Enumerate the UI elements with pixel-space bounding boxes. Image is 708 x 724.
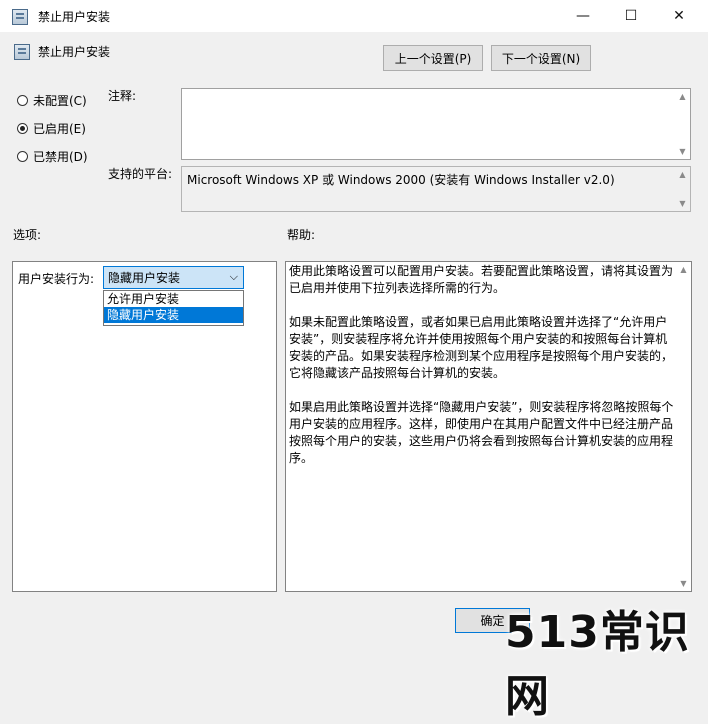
- policy-icon: [12, 9, 28, 25]
- radio-circle-icon: [17, 151, 28, 162]
- dropdown-option-hide[interactable]: 隐藏用户安装: [104, 307, 243, 323]
- install-behavior-select[interactable]: 隐藏用户安装 ⌵: [103, 266, 244, 289]
- radio-circle-icon: [17, 95, 28, 106]
- maximize-button[interactable]: ☐: [608, 0, 654, 32]
- help-content: 使用此策略设置可以配置用户安装。若要配置此策略设置，请将其设置为已启用并使用下拉…: [289, 263, 674, 467]
- scroll-up-icon[interactable]: ▲: [675, 167, 690, 182]
- scroll-up-icon[interactable]: ▲: [675, 89, 690, 104]
- platform-value: Microsoft Windows XP 或 Windows 2000 (安装有…: [187, 173, 615, 187]
- options-header: 选项:: [13, 228, 42, 242]
- dropdown-option-allow[interactable]: 允许用户安装: [104, 291, 243, 307]
- comment-textarea[interactable]: ▲ ▼: [181, 88, 691, 160]
- maximize-icon: ☐: [624, 8, 638, 24]
- minimize-button[interactable]: —: [560, 0, 606, 32]
- comment-label: 注释:: [108, 89, 137, 103]
- scroll-up-icon[interactable]: ▲: [676, 262, 691, 277]
- close-icon: ✕: [673, 8, 685, 24]
- radio-enabled[interactable]: 已启用(E): [17, 120, 86, 137]
- help-paragraph: 如果启用此策略设置并选择“隐藏用户安装”，则安装程序将忽略按照每个用户安装的应用…: [289, 400, 674, 465]
- radio-label: 已启用(E): [33, 122, 86, 136]
- select-value: 隐藏用户安装: [108, 271, 181, 285]
- prev-setting-button[interactable]: 上一个设置(P): [383, 45, 483, 71]
- radio-label: 未配置(C): [33, 94, 87, 108]
- install-behavior-label: 用户安装行为:: [18, 272, 95, 286]
- chevron-down-icon: ⌵: [229, 270, 238, 283]
- platform-field: Microsoft Windows XP 或 Windows 2000 (安装有…: [181, 166, 691, 212]
- comment-value: [182, 89, 690, 95]
- site-watermark: 513常识网: [505, 607, 690, 722]
- radio-not-configured[interactable]: 未配置(C): [17, 92, 87, 109]
- install-behavior-dropdown[interactable]: 允许用户安装 隐藏用户安装: [103, 290, 244, 326]
- platform-label: 支持的平台:: [108, 167, 173, 181]
- help-scrollbar[interactable]: ▲ ▼: [676, 262, 691, 591]
- title-bar[interactable]: 禁止用户安装 — ☐ ✕: [0, 0, 708, 32]
- minimize-icon: —: [576, 8, 590, 24]
- close-button[interactable]: ✕: [656, 0, 702, 32]
- scroll-down-icon[interactable]: ▼: [676, 576, 691, 591]
- radio-disabled[interactable]: 已禁用(D): [17, 148, 88, 165]
- platform-scrollbar[interactable]: ▲ ▼: [675, 167, 690, 211]
- next-setting-button[interactable]: 下一个设置(N): [491, 45, 591, 71]
- scroll-down-icon[interactable]: ▼: [675, 144, 690, 159]
- help-paragraph: 如果未配置此策略设置，或者如果已启用此策略设置并选择了“允许用户安装”，则安装程…: [289, 315, 674, 380]
- radio-checked-icon: [17, 123, 28, 134]
- help-header: 帮助:: [287, 228, 316, 242]
- comment-scrollbar[interactable]: ▲ ▼: [675, 89, 690, 159]
- policy-name: 禁止用户安装: [38, 45, 111, 59]
- radio-label: 已禁用(D): [33, 150, 88, 164]
- window-title: 禁止用户安装: [38, 10, 111, 24]
- help-paragraph: 使用此策略设置可以配置用户安装。若要配置此策略设置，请将其设置为已启用并使用下拉…: [289, 264, 674, 295]
- policy-setting-icon: [14, 44, 30, 60]
- help-panel: 使用此策略设置可以配置用户安装。若要配置此策略设置，请将其设置为已启用并使用下拉…: [285, 261, 692, 592]
- scroll-down-icon[interactable]: ▼: [675, 196, 690, 211]
